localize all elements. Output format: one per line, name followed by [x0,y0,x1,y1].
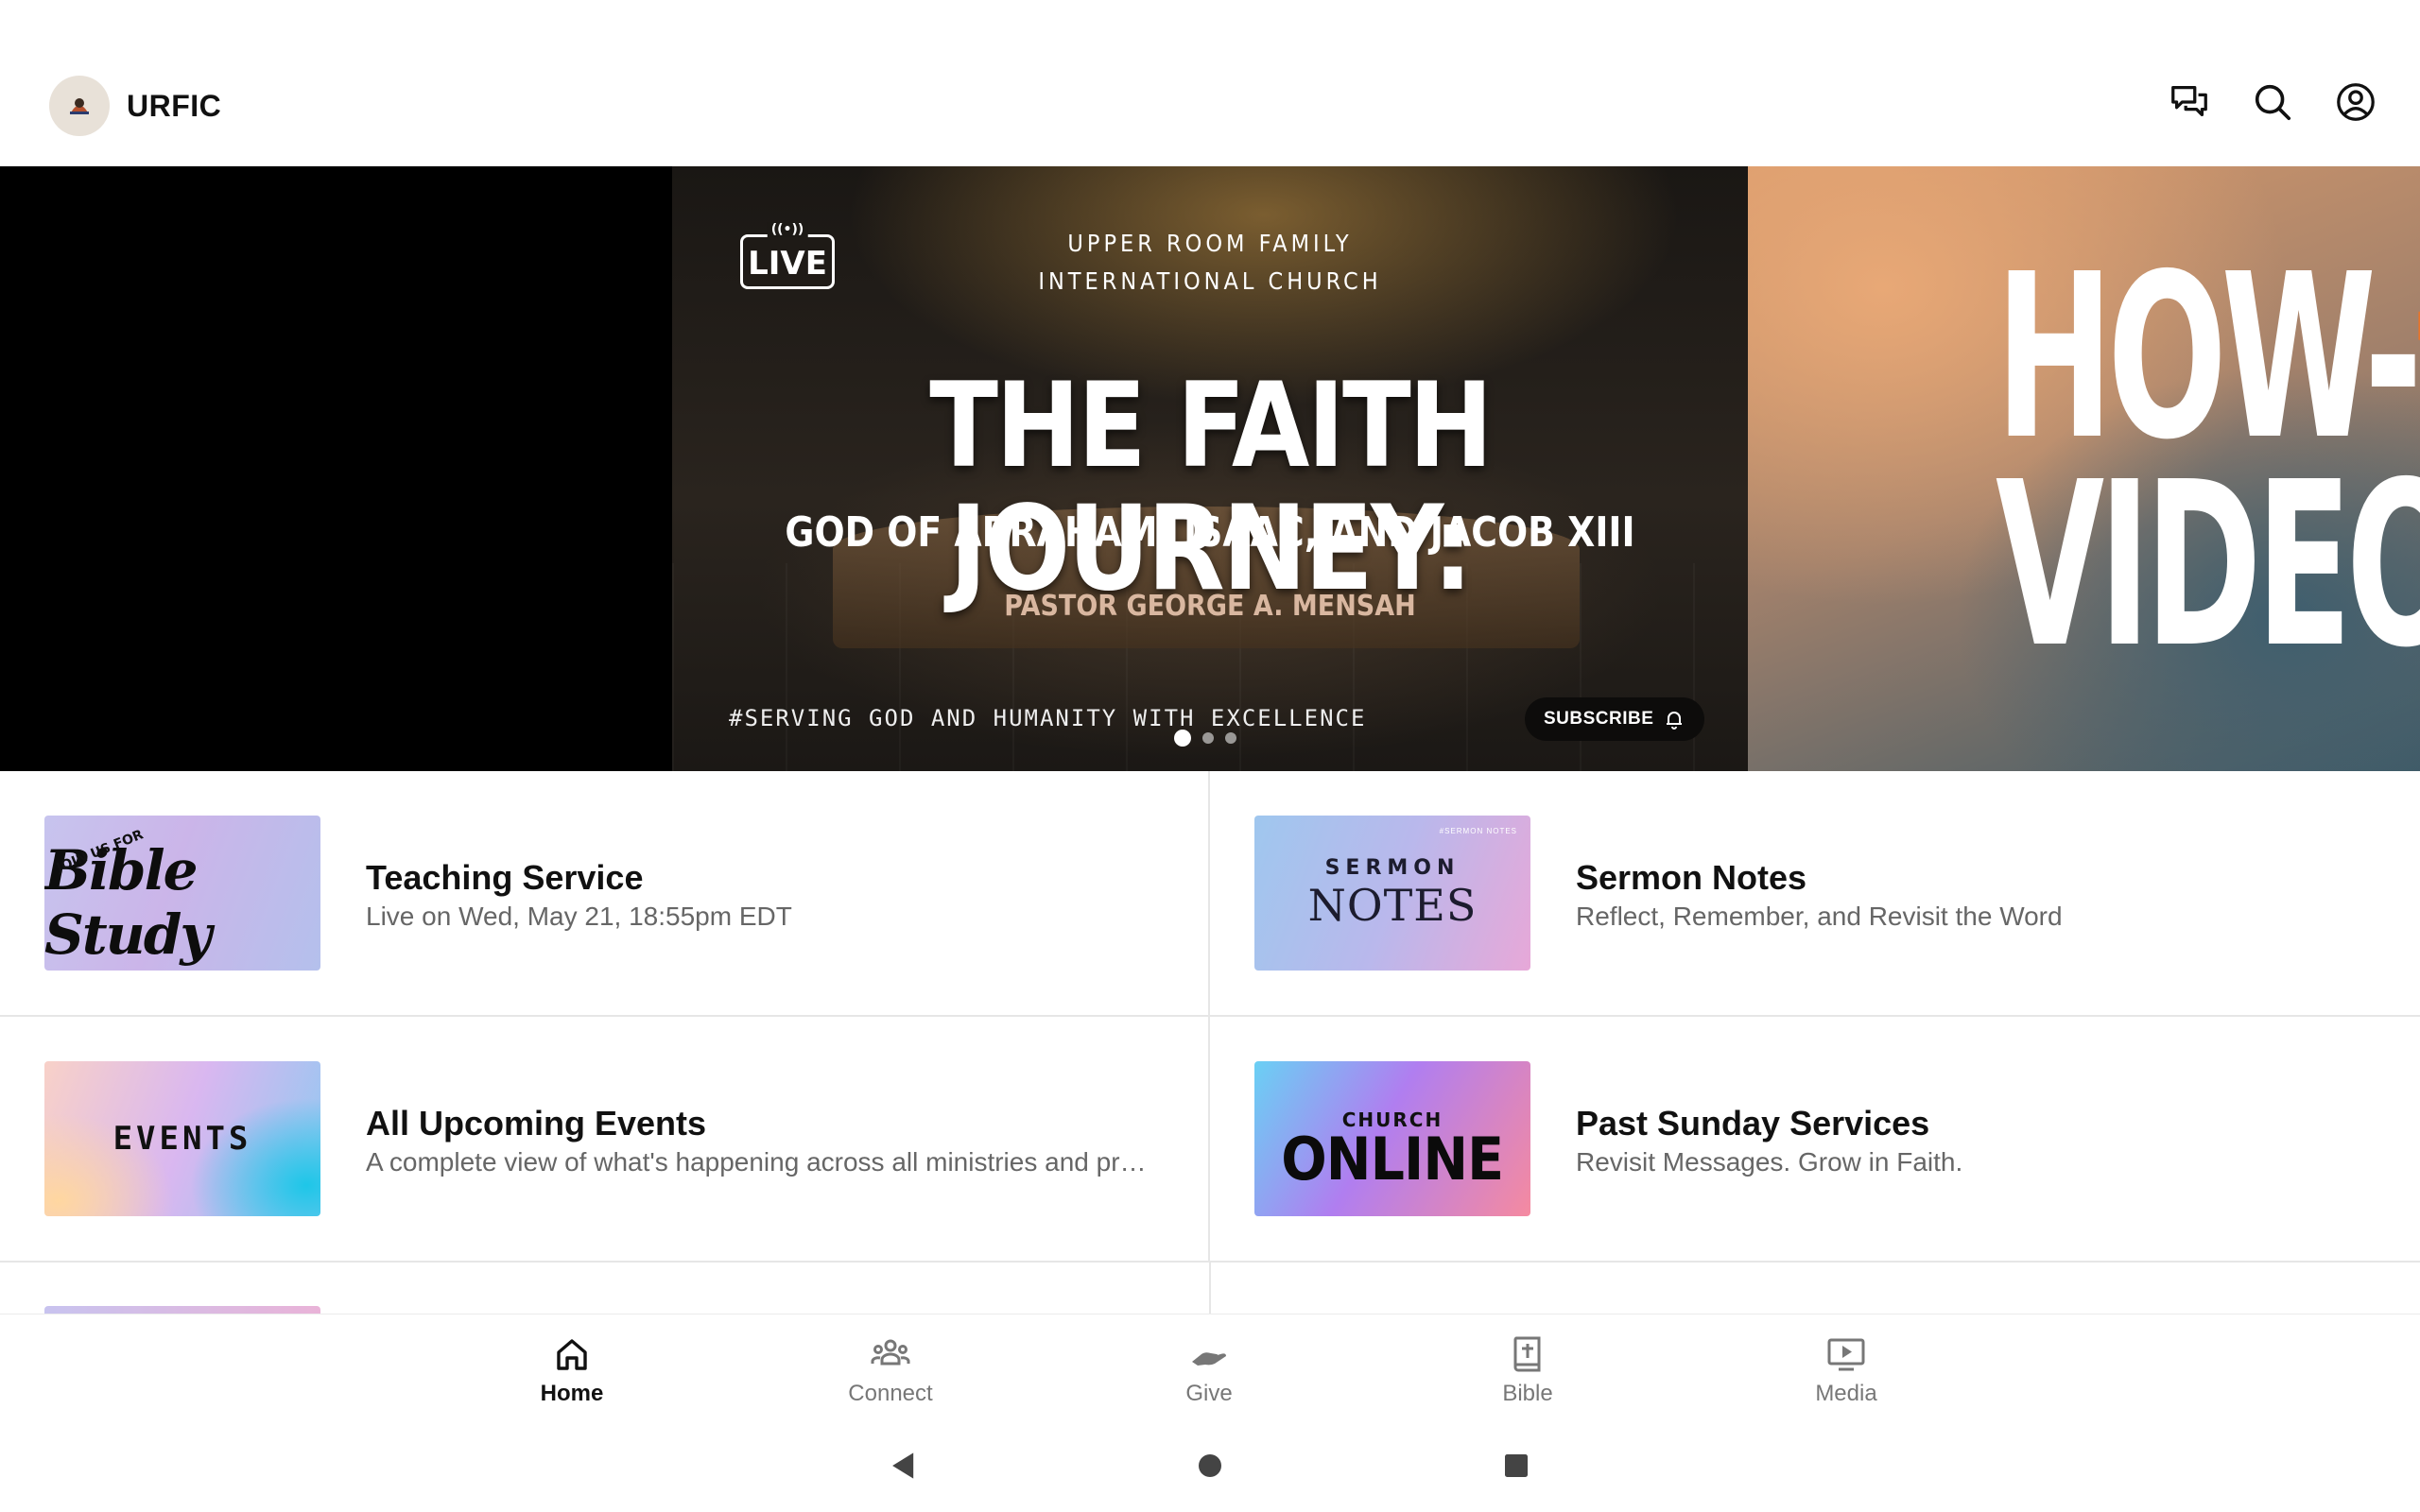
card-thumbnail: EVENTS [44,1061,320,1216]
thumb-line2: NOTES [1307,879,1478,931]
card-title: All Upcoming Events [366,1104,707,1143]
hero-carousel[interactable]: ((•)) LIVE UPPER ROOM FAMILY INTERNATION… [0,166,2420,771]
next-slide-title: HOW-t VIDEO [1996,244,2420,697]
carousel-dot[interactable] [1225,732,1236,744]
nav-item-bible[interactable]: Bible [1433,1333,1622,1407]
nav-label: Bible [1502,1381,1553,1406]
card-title: Teaching Service [366,858,644,897]
grid-divider [1209,1263,1211,1314]
nav-label: Connect [848,1381,933,1406]
search-icon[interactable] [2250,79,2295,125]
nav-item-connect[interactable]: Connect [796,1333,985,1407]
brand[interactable]: URFIC [49,76,221,136]
header-actions [2167,79,2378,125]
slide-headline: THE FAITH JOURNEY: [929,358,1493,617]
nav-label: Home [540,1381,604,1406]
nav-item-home[interactable]: Home [477,1333,666,1407]
card-thumbnail: CHURCH ONLINE [1254,1061,1530,1216]
slide-church-name: UPPER ROOM FAMILY INTERNATIONAL CHURCH [672,225,1748,301]
card-subtitle: Revisit Messages. Grow in Faith. [1576,1147,1963,1177]
bell-icon [1667,712,1683,730]
card-thumbnail: #SERMON NOTES SERMON NOTES [1254,816,1530,971]
card-subtitle: Live on Wed, May 21, 18:55pm EDT [366,902,792,931]
nav-item-give[interactable]: Give [1115,1333,1304,1407]
home-icon [557,1339,587,1370]
subscribe-label: SUBSCRIBE [1544,709,1654,729]
app-name: URFIC [127,88,222,123]
thumb-line1: SERMON [1324,855,1461,880]
thumb-line2: ONLINE [1281,1125,1504,1194]
carousel-dot[interactable] [1202,732,1214,744]
nav-label: Media [1815,1381,1877,1406]
group-icon [871,1339,910,1366]
app-root: URFIC ((•)) LIVE UPPER ROOM FAMILY INTER… [0,0,2420,1512]
account-icon[interactable] [2333,79,2378,125]
church-name-line1: UPPER ROOM FAMILY [1067,230,1353,257]
card-past-sunday-services[interactable]: CHURCH ONLINE Past Sunday Services Revis… [1210,1017,2420,1263]
thumb-text: EVENTS [112,1120,252,1158]
church-name-line2: INTERNATIONAL CHURCH [1038,267,1382,295]
logo-icon [63,90,95,122]
card-thumbnail-partial[interactable] [44,1306,320,1314]
slide-subheadline: GOD OF ABRAHAM, ISAAC, AND JACOB XIII [785,508,1635,557]
next-slide-line2: VIDEO [1996,433,2420,697]
card-thumbnail: JOIN US FOR Bible Study [44,816,320,971]
media-icon [1827,1338,1865,1371]
system-navigation-bar [0,1422,2420,1512]
card-subtitle: Reflect, Remember, and Revisit the Word [1576,902,2063,931]
back-icon[interactable] [885,1447,923,1485]
subscribe-button[interactable]: SUBSCRIBE [1525,697,1705,741]
app-header: URFIC [0,0,2420,166]
recents-icon[interactable] [1497,1447,1535,1485]
card-title: Sermon Notes [1576,858,1807,897]
thumb-tag: #SERMON NOTES [1439,827,1517,835]
card-upcoming-events[interactable]: EVENTS All Upcoming Events A complete vi… [0,1017,1210,1263]
nav-label: Give [1185,1381,1233,1406]
card-subtitle: A complete view of what's happening acro… [366,1147,1160,1177]
nav-item-media[interactable]: Media [1752,1333,1941,1407]
chat-icon[interactable] [2167,79,2212,125]
card-teaching-service[interactable]: JOIN US FOR Bible Study Teaching Service… [0,771,1210,1017]
content-grid: JOIN US FOR Bible Study Teaching Service… [0,771,2420,1314]
carousel-slide-next[interactable]: HOW-t VIDEO [1748,166,2420,771]
carousel-dot[interactable] [1174,730,1191,747]
slide-hashtag: #SERVING GOD AND HUMANITY WITH EXCELLENC… [729,705,1367,731]
church-logo [49,76,110,136]
card-title: Past Sunday Services [1576,1104,1930,1143]
bottom-navigation: Home Connect Give Bible Media [0,1314,2420,1422]
carousel-slide-current[interactable]: ((•)) LIVE UPPER ROOM FAMILY INTERNATION… [672,166,1748,771]
slide-pastor: PASTOR GEORGE A. MENSAH [1004,590,1416,623]
card-sermon-notes[interactable]: #SERMON NOTES SERMON NOTES Sermon Notes … [1210,771,2420,1017]
bible-icon [1513,1336,1541,1372]
carousel-dots [1174,730,1236,747]
carousel-slide-previous[interactable] [0,166,672,771]
giving-hand-icon [1192,1352,1226,1366]
home-circle-icon[interactable] [1191,1447,1229,1485]
